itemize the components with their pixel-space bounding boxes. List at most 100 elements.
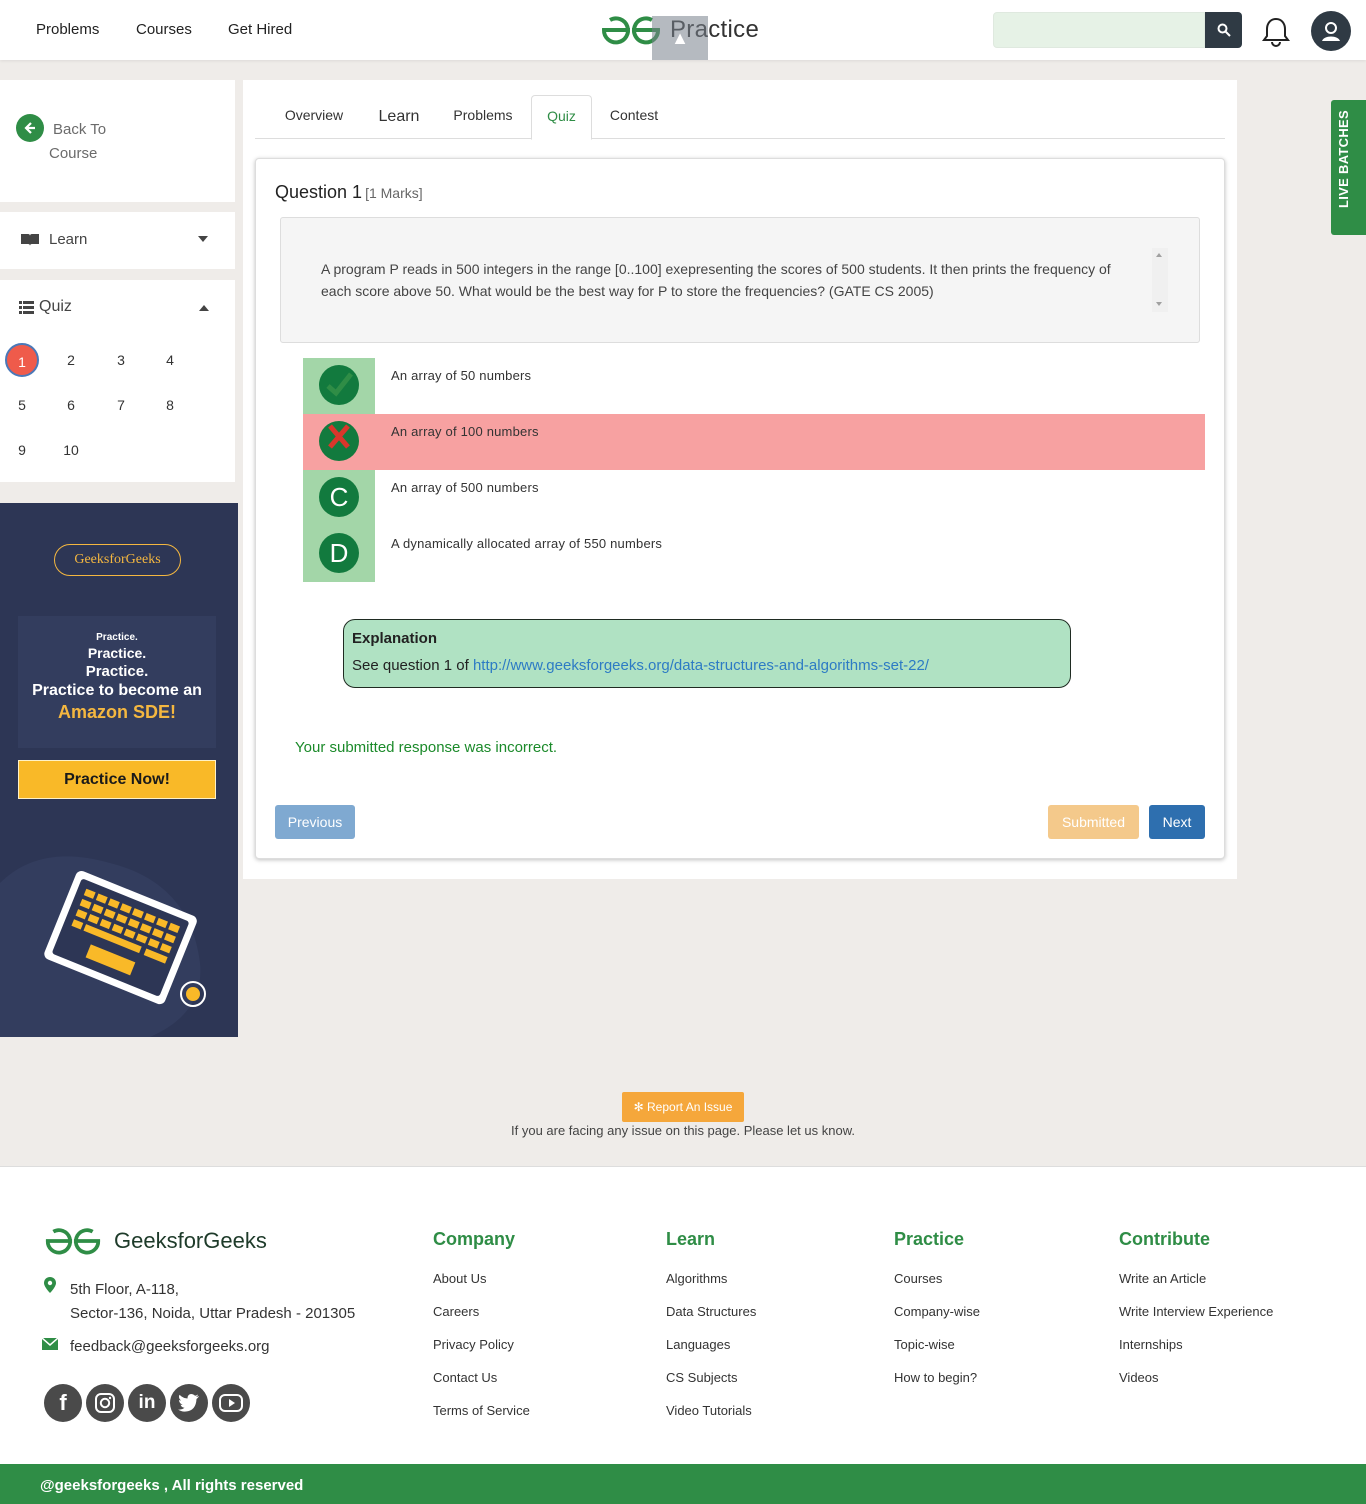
option-d-text[interactable]: A dynamically allocated array of 550 num…: [391, 536, 662, 551]
footer-link-data-structures[interactable]: Data Structures: [666, 1304, 756, 1319]
question-scrollbar[interactable]: [1152, 248, 1168, 312]
question-number-1[interactable]: 1: [5, 343, 39, 377]
footer-heading-company: Company: [433, 1229, 516, 1249]
search-input[interactable]: [993, 12, 1205, 48]
footer-heading-contribute: Contribute: [1119, 1229, 1210, 1249]
option-c-text[interactable]: An array of 500 numbers: [391, 480, 539, 495]
facebook-icon[interactable]: f: [44, 1384, 82, 1422]
footer-heading-practice: Practice: [894, 1229, 965, 1249]
footer-link-internships[interactable]: Internships: [1119, 1337, 1183, 1352]
footer-email[interactable]: feedback@geeksforgeeks.org: [70, 1338, 270, 1355]
footer-link-contact-us[interactable]: Contact Us: [433, 1370, 497, 1385]
promo-line-5: Amazon SDE!: [57, 702, 176, 722]
explanation-box: [343, 619, 1071, 688]
location-pin-icon: [44, 1277, 56, 1293]
footer-link-videos[interactable]: Videos: [1119, 1370, 1159, 1385]
nav-courses[interactable]: Courses: [136, 21, 192, 38]
footer-link-video-tutorials[interactable]: Video Tutorials: [666, 1403, 752, 1418]
footer-link-algorithms[interactable]: Algorithms: [666, 1271, 727, 1286]
footer-link-courses[interactable]: Courses: [894, 1271, 942, 1286]
youtube-icon[interactable]: [212, 1384, 250, 1422]
promo-line-4: Practice to become an: [32, 682, 202, 699]
question-number-label: Question 1: [275, 182, 363, 202]
question-number-3[interactable]: 3: [104, 343, 138, 377]
question-number-10[interactable]: 10: [54, 433, 88, 467]
report-issue-button[interactable]: ✻ Report An Issue: [622, 1092, 744, 1122]
search-button[interactable]: [1205, 12, 1242, 48]
option-b-cross-icon[interactable]: [319, 421, 359, 461]
explanation-prefix: See question 1 of: [352, 657, 473, 674]
twitter-icon[interactable]: [170, 1384, 208, 1422]
promo-logo: GeeksforGeeks: [54, 544, 181, 576]
option-d-marker[interactable]: D: [319, 533, 359, 573]
question-number-2[interactable]: 2: [54, 343, 88, 377]
nav-problems[interactable]: Problems: [36, 21, 99, 38]
search-icon: [1217, 23, 1231, 37]
back-arrow-icon[interactable]: [16, 114, 44, 142]
promo-card: Practice. Practice. Practice. Practice t…: [18, 616, 216, 748]
notification-bell-icon[interactable]: [1258, 14, 1294, 50]
question-number-5[interactable]: 5: [5, 388, 39, 422]
user-avatar-icon[interactable]: [1311, 11, 1351, 51]
tab-quiz[interactable]: Quiz: [531, 95, 592, 140]
footer-link-cs-subjects[interactable]: CS Subjects: [666, 1370, 738, 1385]
question-number-9[interactable]: 9: [5, 433, 39, 467]
question-title: Question 1 [1 Marks]: [275, 182, 423, 203]
explanation-text: See question 1 of http://www.geeksforgee…: [352, 657, 929, 674]
copyright-text: @geeksforgeeks , All rights reserved: [40, 1477, 304, 1494]
top-header: Problems Courses Get Hired Practice ▲: [0, 0, 1366, 60]
scroll-up-arrow-icon[interactable]: [1156, 253, 1162, 257]
live-batches-label[interactable]: LIVE BATCHES: [1336, 110, 1351, 208]
tab-overview[interactable]: Overview: [271, 95, 357, 139]
tab-problems[interactable]: Problems: [445, 95, 521, 139]
caret-down-icon[interactable]: [198, 236, 208, 242]
scroll-to-top-button[interactable]: ▲: [652, 16, 708, 60]
quiz-section-label: Quiz: [39, 298, 72, 315]
footer-link-write-article[interactable]: Write an Article: [1119, 1271, 1206, 1286]
footer-address: 5th Floor, A-118, Sector-136, Noida, Utt…: [70, 1278, 355, 1326]
footer-link-languages[interactable]: Languages: [666, 1337, 730, 1352]
submitted-button[interactable]: Submitted: [1048, 805, 1139, 839]
footer-link-about-us[interactable]: About Us: [433, 1271, 486, 1286]
question-number-6[interactable]: 6: [54, 388, 88, 422]
learn-section-label: Learn: [49, 231, 88, 248]
tab-learn[interactable]: Learn: [365, 95, 433, 139]
promo-line-1: Practice.: [96, 632, 138, 643]
footer-link-interview-experience[interactable]: Write Interview Experience: [1119, 1304, 1273, 1319]
promo-banner[interactable]: GeeksforGeeks Practice. Practice. Practi…: [0, 503, 238, 1037]
result-message: Your submitted response was incorrect.: [295, 739, 558, 756]
linkedin-icon[interactable]: in: [128, 1384, 166, 1422]
report-issue-text: If you are facing any issue on this page…: [511, 1123, 855, 1138]
footer-brand: GeeksforGeeks: [114, 1228, 267, 1253]
option-a-text[interactable]: An array of 50 numbers: [391, 368, 531, 383]
practice-now-button[interactable]: Practice Now!: [18, 760, 216, 799]
back-to-course-link[interactable]: Back To Course: [49, 118, 139, 166]
next-button[interactable]: Next: [1149, 805, 1205, 839]
footer-link-privacy-policy[interactable]: Privacy Policy: [433, 1337, 514, 1352]
tab-contest[interactable]: Contest: [601, 95, 667, 139]
footer-heading-learn: Learn: [666, 1229, 716, 1249]
option-a-check-icon[interactable]: [319, 365, 359, 405]
previous-button[interactable]: Previous: [275, 805, 355, 839]
gfg-footer-logo-icon: [45, 1228, 101, 1255]
nav-get-hired[interactable]: Get Hired: [228, 21, 292, 38]
caret-up-icon[interactable]: [199, 305, 209, 311]
question-number-8[interactable]: 8: [153, 388, 187, 422]
footer-link-topic-wise[interactable]: Topic-wise: [894, 1337, 955, 1352]
quiz-section-toggle[interactable]: Quiz: [19, 298, 72, 316]
question-number-4[interactable]: 4: [153, 343, 187, 377]
scroll-down-arrow-icon[interactable]: [1156, 302, 1162, 306]
learn-section-toggle[interactable]: Learn: [20, 231, 87, 248]
explanation-link[interactable]: http://www.geeksforgeeks.org/data-struct…: [473, 657, 929, 674]
question-number-7[interactable]: 7: [104, 388, 138, 422]
question-text: A program P reads in 500 integers in the…: [321, 261, 1111, 299]
footer-logo[interactable]: GeeksforGeeks: [44, 1226, 267, 1256]
option-b-text[interactable]: An array of 100 numbers: [391, 424, 539, 439]
report-issue-label: Report An Issue: [647, 1100, 733, 1114]
option-c-marker[interactable]: C: [319, 477, 359, 517]
footer-link-how-to-begin[interactable]: How to begin?: [894, 1370, 977, 1385]
instagram-icon[interactable]: [86, 1384, 124, 1422]
footer-link-careers[interactable]: Careers: [433, 1304, 479, 1319]
footer-link-company-wise[interactable]: Company-wise: [894, 1304, 980, 1319]
footer-link-terms[interactable]: Terms of Service: [433, 1403, 530, 1418]
